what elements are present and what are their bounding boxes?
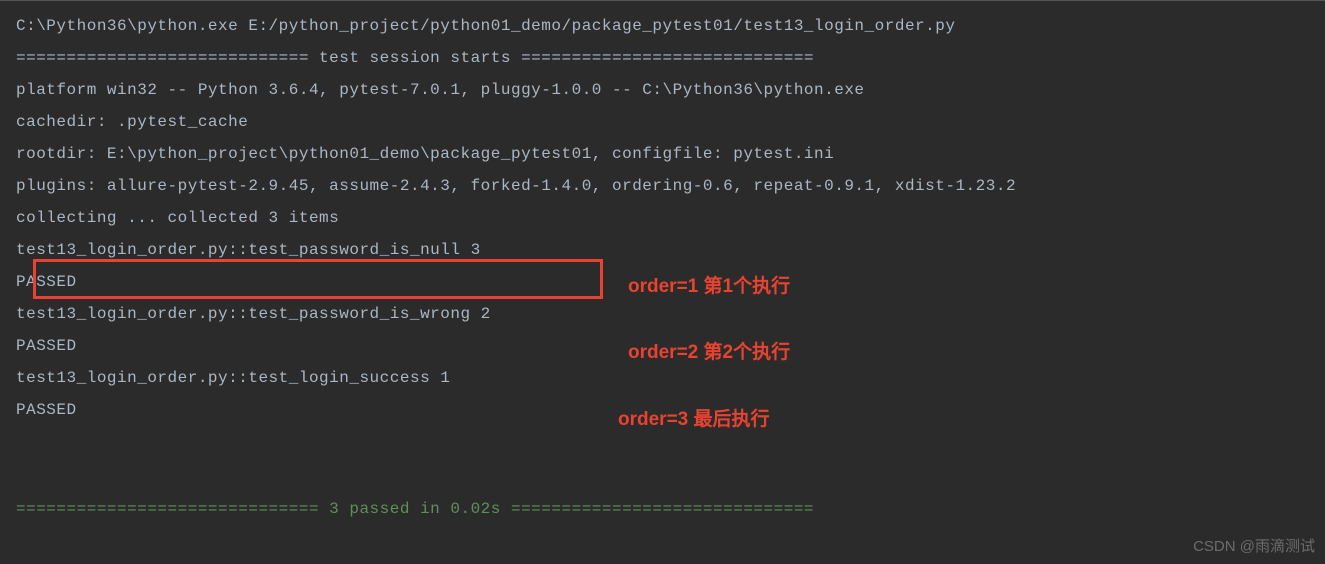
plugins-line: plugins: allure-pytest-2.9.45, assume-2.… [16,170,1309,202]
annotation-order-2: order=2 第2个执行 [628,337,790,364]
cachedir-line: cachedir: .pytest_cache [16,106,1309,138]
test-result-1: test13_login_order.py::test_password_is_… [16,234,1309,266]
test-result-3: test13_login_order.py::test_login_succes… [16,362,1309,394]
command-line: C:\Python36\python.exe E:/python_project… [16,10,1309,42]
summary-line: ============================== 3 passed … [16,500,814,518]
test-result-2: test13_login_order.py::test_password_is_… [16,298,1309,330]
annotation-order-3: order=3 最后执行 [618,404,770,431]
platform-line: platform win32 -- Python 3.6.4, pytest-7… [16,74,1309,106]
rootdir-line: rootdir: E:\python_project\python01_demo… [16,138,1309,170]
watermark: CSDN @雨滴测试 [1193,535,1315,556]
terminal-output[interactable]: C:\Python36\python.exe E:/python_project… [0,0,1325,436]
annotation-order-1: order=1 第1个执行 [628,271,790,298]
collecting-line: collecting ... collected 3 items [16,202,1309,234]
session-starts: ============================= test sessi… [16,42,1309,74]
